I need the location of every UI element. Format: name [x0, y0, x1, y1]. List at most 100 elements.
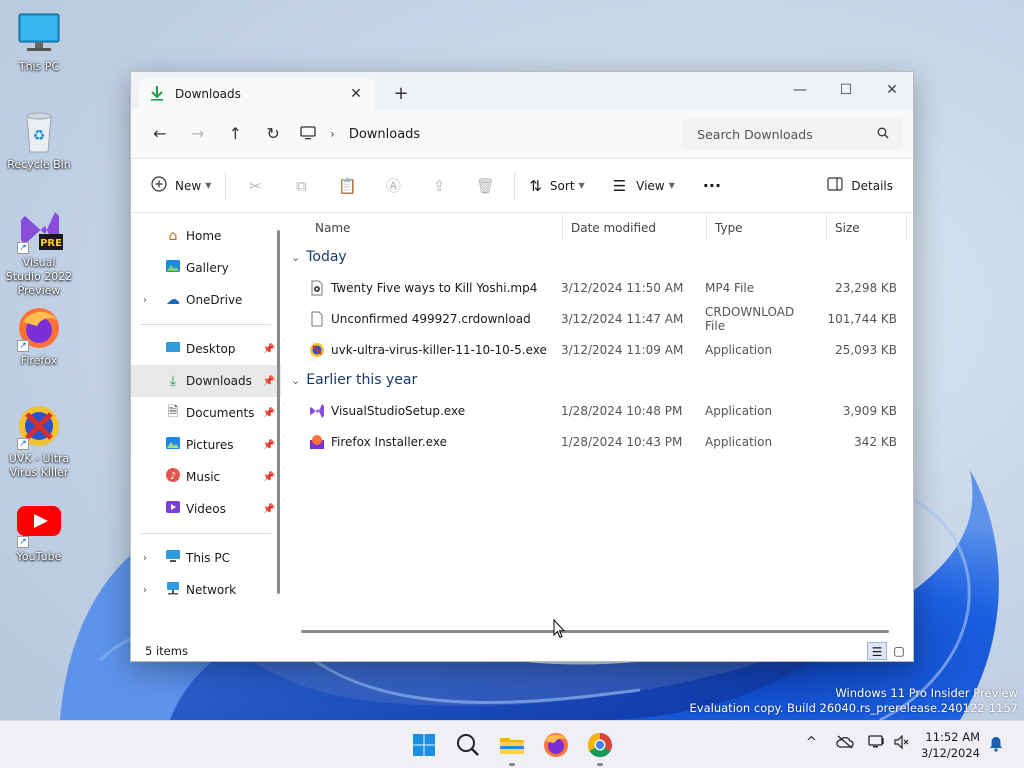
shortcut-arrow-icon: ↗ [17, 242, 29, 254]
computer-icon [300, 125, 316, 143]
sidebar-item-label: OneDrive [186, 293, 243, 307]
file-size: 101,744 KB [827, 311, 897, 326]
more-options-button[interactable]: ··· [695, 169, 729, 203]
explorer-body: ⌂ Home Gallery › ☁ OneDrive Desktop � [131, 214, 913, 640]
search-button[interactable] [452, 729, 484, 761]
desktop-icon-this-pc[interactable]: This PC [4, 10, 74, 74]
sidebar-item-music[interactable]: ♪ Music 📌 [131, 461, 281, 493]
up-button[interactable]: ↑ [217, 118, 255, 150]
running-indicator [509, 763, 515, 766]
share-icon[interactable]: ⇪ [416, 169, 462, 203]
video-file-icon [309, 280, 325, 296]
rename-icon[interactable]: Ⓐ [370, 169, 416, 203]
sidebar-item-label: Music [186, 470, 221, 484]
large-icons-view-icon[interactable]: ▢ [889, 642, 909, 660]
tab-downloads[interactable]: Downloads ✕ [139, 78, 375, 110]
sidebar-item-network[interactable]: › Network [131, 574, 281, 606]
file-row[interactable]: Unconfirmed 499927.crdownload 3/12/2024 … [287, 303, 913, 334]
file-type: MP4 File [705, 280, 755, 295]
file-name: uvk-ultra-virus-killer-11-10-10-5.exe [331, 342, 547, 357]
notification-bell-icon[interactable] [988, 736, 1004, 756]
back-button[interactable]: ← [141, 118, 179, 150]
desktop-icon-label: This PC [18, 60, 60, 73]
shortcut-arrow-icon: ↗ [17, 536, 29, 548]
forward-button[interactable]: → [179, 118, 217, 150]
copy-icon[interactable]: ⧉ [278, 169, 324, 203]
delete-icon[interactable]: 🗑 [462, 169, 508, 203]
sidebar-item-label: Downloads [186, 374, 252, 388]
refresh-button[interactable]: ↻ [254, 118, 292, 150]
desktop-icon-uvk[interactable]: ↗ UVK - Ultra Virus Killer [4, 402, 74, 480]
chrome-taskbar-button[interactable] [584, 729, 616, 766]
chevron-right-icon[interactable]: › [143, 295, 147, 306]
taskbar-clock[interactable]: 11:52 AM 3/12/2024 [921, 729, 980, 761]
start-button[interactable] [408, 729, 440, 761]
column-header-type[interactable]: Type [707, 214, 827, 242]
sidebar-item-pictures[interactable]: Pictures 📌 [131, 429, 281, 461]
file-size: 3,909 KB [842, 403, 897, 418]
onedrive-offline-icon[interactable] [836, 735, 854, 753]
sidebar-item-documents[interactable]: 🗎 Documents 📌 [131, 397, 281, 429]
tab-close-button[interactable]: ✕ [347, 86, 365, 102]
volume-muted-icon[interactable] [894, 734, 910, 753]
maximize-button[interactable]: ☐ [823, 76, 869, 104]
search-input[interactable] [697, 126, 878, 142]
sort-icon: ⇅ [529, 176, 542, 195]
sidebar-item-onedrive[interactable]: › ☁ OneDrive [131, 284, 281, 316]
sidebar-item-home[interactable]: ⌂ Home [131, 220, 281, 252]
firefox-taskbar-button[interactable] [540, 729, 572, 761]
column-header-date[interactable]: Date modified [563, 214, 707, 242]
new-tab-button[interactable]: + [389, 83, 413, 104]
address-bar[interactable]: › Downloads [292, 118, 671, 150]
gallery-icon [163, 259, 183, 277]
sidebar-scrollbar[interactable] [277, 230, 280, 594]
desktop-icon-visual-studio[interactable]: PRE ↗ Visual Studio 2022 Preview [4, 206, 74, 298]
sidebar-item-label: Documents [186, 406, 255, 420]
close-button[interactable]: ✕ [869, 76, 915, 104]
file-name: Unconfirmed 499927.crdownload [331, 311, 531, 326]
breadcrumb-downloads[interactable]: Downloads [349, 127, 420, 142]
group-header-earlier-this-year[interactable]: ⌄ Earlier this year [287, 365, 913, 395]
sidebar-item-this-pc[interactable]: › This PC [131, 542, 281, 574]
sidebar-divider [141, 533, 271, 534]
view-button[interactable]: ☰ View ▼ [605, 169, 683, 203]
sidebar-item-label: Network [186, 583, 237, 597]
file-row[interactable]: Firefox Installer.exe 1/28/2024 10:43 PM… [287, 426, 913, 457]
sort-button[interactable]: ⇅ Sort ▼ [521, 169, 592, 203]
desktop-icon-firefox[interactable]: ↗ Firefox [4, 304, 74, 368]
sidebar-item-videos[interactable]: Videos 📌 [131, 493, 281, 525]
blank-file-icon [309, 311, 325, 327]
search-box[interactable] [683, 118, 904, 150]
file-type: Application [705, 403, 773, 418]
paste-icon[interactable]: 📋 [324, 169, 370, 203]
details-button[interactable]: Details [819, 169, 901, 203]
cut-icon[interactable]: ✂ [232, 169, 278, 203]
minimize-button[interactable]: — [777, 76, 823, 104]
sidebar-item-downloads[interactable]: ⤓ Downloads 📌 [131, 365, 281, 397]
chevron-right-icon[interactable]: › [143, 553, 147, 564]
chevron-down-icon: ▼ [205, 181, 212, 190]
document-icon: 🗎 [167, 404, 179, 420]
details-view-icon[interactable]: ☰ [867, 642, 887, 660]
column-header-name[interactable]: Name [287, 214, 563, 242]
watermark-line-2: Evaluation copy. Build 26040.rs_prerelea… [689, 701, 1018, 715]
sidebar-item-gallery[interactable]: Gallery [131, 252, 281, 284]
file-row[interactable]: Twenty Five ways to Kill Yoshi.mp4 3/12/… [287, 272, 913, 303]
file-row[interactable]: uvk-ultra-virus-killer-11-10-10-5.exe 3/… [287, 334, 913, 365]
file-row[interactable]: VisualStudioSetup.exe 1/28/2024 10:48 PM… [287, 395, 913, 426]
clock-date: 3/12/2024 [921, 746, 980, 760]
group-header-today[interactable]: ⌄ Today [287, 242, 913, 272]
search-icon [877, 127, 889, 142]
show-hidden-icons-button[interactable]: ^ [806, 735, 817, 750]
new-button[interactable]: New ▼ [143, 169, 219, 203]
horizontal-scrollbar[interactable] [301, 630, 889, 633]
chevron-right-icon[interactable]: › [143, 585, 147, 596]
desktop-icon-recycle-bin[interactable]: ♻ Recycle Bin [4, 108, 74, 172]
sidebar-item-desktop[interactable]: Desktop 📌 [131, 333, 281, 365]
toolbar-divider [514, 171, 516, 200]
desktop-icon-label: Firefox [20, 354, 58, 367]
desktop-icon-youtube[interactable]: ↗ YouTube [4, 500, 74, 564]
network-status-icon[interactable] [868, 735, 886, 753]
file-explorer-taskbar-button[interactable] [496, 729, 528, 766]
column-header-size[interactable]: Size [827, 214, 907, 242]
